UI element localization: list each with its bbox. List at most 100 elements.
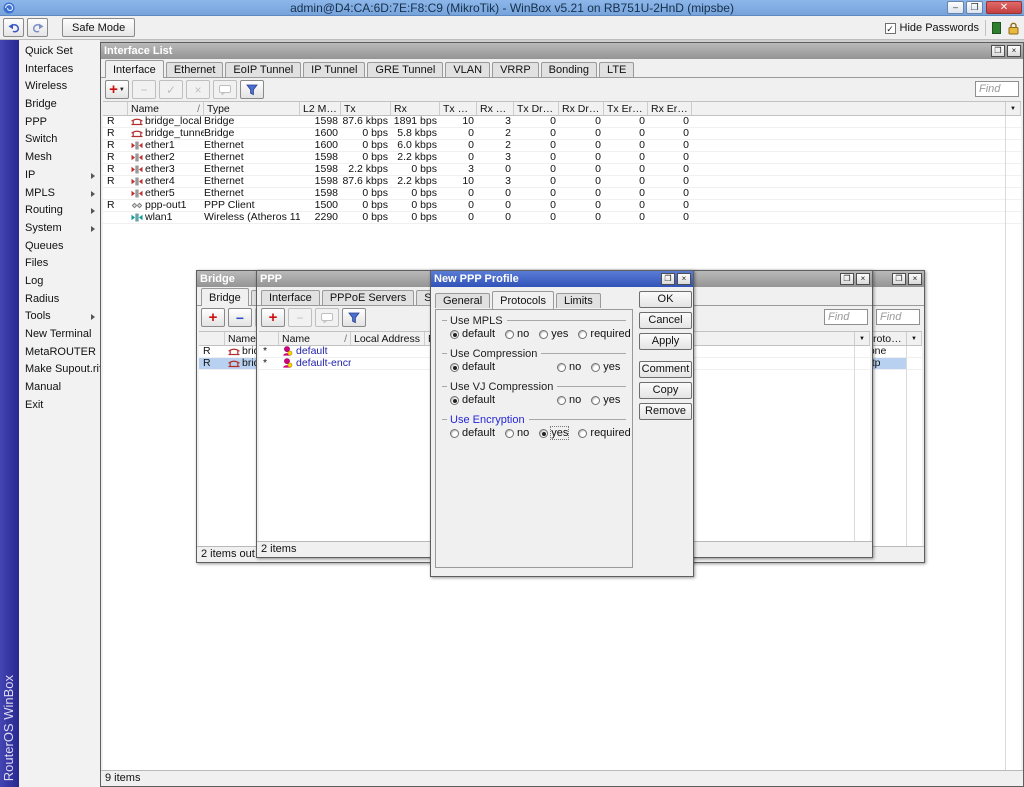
column-picker-button[interactable]: ▼ bbox=[1006, 102, 1021, 115]
find-input[interactable] bbox=[975, 81, 1019, 97]
interface-list-tab-ethernet[interactable]: Ethernet bbox=[166, 62, 224, 77]
table-row[interactable]: Rbridge_tunnelBridge16000 bps5.8 kbps020… bbox=[103, 128, 1021, 140]
interface-list-tab-eoip-tunnel[interactable]: EoIP Tunnel bbox=[225, 62, 301, 77]
sidebar-item-ppp[interactable]: PPP bbox=[19, 114, 100, 132]
interface-list-tab-vlan[interactable]: VLAN bbox=[445, 62, 490, 77]
column-header-rx[interactable]: Rx bbox=[391, 102, 440, 115]
sidebar-item-metarouter[interactable]: MetaROUTER bbox=[19, 344, 100, 362]
radio-use-vj-compression-default[interactable]: default bbox=[450, 394, 495, 406]
hide-passwords-checkbox[interactable]: ✓ Hide Passwords bbox=[885, 22, 979, 34]
dialog-close-button[interactable]: × bbox=[677, 273, 691, 285]
sidebar-item-system[interactable]: System bbox=[19, 220, 100, 238]
sidebar-item-quick-set[interactable]: Quick Set bbox=[19, 43, 100, 61]
table-row[interactable]: wlan1Wireless (Atheros 11N)22900 bps0 bp… bbox=[103, 212, 1021, 224]
interface-list-tab-bonding[interactable]: Bonding bbox=[541, 62, 597, 77]
undo-button[interactable] bbox=[3, 18, 24, 37]
column-header-rx-pac[interactable]: Rx Pac... bbox=[477, 102, 514, 115]
radio-use-mpls-default[interactable]: default bbox=[450, 328, 495, 340]
copy-button[interactable]: Copy bbox=[639, 382, 692, 399]
add-button[interactable]: + bbox=[201, 308, 225, 327]
column-picker-button[interactable]: ▼ bbox=[855, 332, 870, 345]
close-button[interactable]: ✕ bbox=[986, 1, 1022, 14]
radio-use-vj-compression-yes[interactable]: yes bbox=[591, 394, 620, 406]
sidebar-item-make-supout-rif[interactable]: Make Supout.rif bbox=[19, 361, 100, 379]
table-row[interactable]: Rether4Ethernet159887.6 kbps2.2 kbps1030… bbox=[103, 176, 1021, 188]
interface-list-tab-gre-tunnel[interactable]: GRE Tunnel bbox=[367, 62, 443, 77]
sidebar-item-radius[interactable]: Radius bbox=[19, 291, 100, 309]
disable-button[interactable]: × bbox=[186, 80, 210, 99]
window-close-button[interactable]: × bbox=[1007, 45, 1021, 57]
dialog-restore-button[interactable]: ❐ bbox=[661, 273, 675, 285]
interface-list-tab-lte[interactable]: LTE bbox=[599, 62, 634, 77]
table-row[interactable]: Rbridge_localBridge159887.6 kbps1891 bps… bbox=[103, 116, 1021, 128]
remove-button[interactable]: − bbox=[228, 308, 252, 327]
filter-button[interactable] bbox=[342, 308, 366, 327]
radio-use-mpls-no[interactable]: no bbox=[505, 328, 529, 340]
column-picker-button[interactable]: ▼ bbox=[907, 332, 922, 345]
radio-use-encryption-no[interactable]: no bbox=[505, 427, 529, 439]
sidebar-item-ip[interactable]: IP bbox=[19, 167, 100, 185]
window-restore-button[interactable]: ❐ bbox=[892, 273, 906, 285]
column-header-rx-drops[interactable]: Rx Drops bbox=[559, 102, 604, 115]
column-header-name[interactable]: Name/ bbox=[128, 102, 204, 115]
ppp-tab-interface[interactable]: Interface bbox=[261, 290, 320, 305]
radio-use-mpls-required[interactable]: required bbox=[578, 328, 630, 340]
dialog-tab-general[interactable]: General bbox=[435, 293, 490, 308]
sidebar-item-mesh[interactable]: Mesh bbox=[19, 149, 100, 167]
radio-use-encryption-default[interactable]: default bbox=[450, 427, 495, 439]
window-close-button[interactable]: × bbox=[908, 273, 922, 285]
bridge-tab-bridge[interactable]: Bridge bbox=[201, 288, 249, 306]
column-header-tx[interactable]: Tx bbox=[341, 102, 391, 115]
column-header-rx-errors[interactable]: Rx Errors bbox=[648, 102, 692, 115]
radio-use-mpls-yes[interactable]: yes bbox=[539, 328, 568, 340]
sidebar-item-files[interactable]: Files bbox=[19, 255, 100, 273]
ppp-tab-pppoe-servers[interactable]: PPPoE Servers bbox=[322, 290, 414, 305]
radio-use-vj-compression-no[interactable]: no bbox=[557, 394, 581, 406]
sidebar-item-log[interactable]: Log bbox=[19, 273, 100, 291]
interface-list-tab-interface[interactable]: Interface bbox=[105, 60, 164, 78]
redo-button[interactable] bbox=[27, 18, 48, 37]
column-header-tx-errors[interactable]: Tx Errors bbox=[604, 102, 648, 115]
interface-list-tab-vrrp[interactable]: VRRP bbox=[492, 62, 539, 77]
column-header-name[interactable]: Name/ bbox=[279, 332, 351, 345]
safe-mode-button[interactable]: Safe Mode bbox=[62, 18, 135, 37]
radio-use-encryption-yes[interactable]: yes bbox=[539, 427, 568, 439]
dialog-titlebar[interactable]: New PPP Profile ❐ × bbox=[431, 271, 693, 287]
dialog-tab-limits[interactable]: Limits bbox=[556, 293, 601, 308]
sidebar-item-manual[interactable]: Manual bbox=[19, 379, 100, 397]
dialog-tab-protocols[interactable]: Protocols bbox=[492, 291, 554, 309]
column-header-tx-drops[interactable]: Tx Drops bbox=[514, 102, 559, 115]
sidebar-item-new-terminal[interactable]: New Terminal bbox=[19, 326, 100, 344]
table-row[interactable]: Rppp-out1PPP Client15000 bps0 bps000000 bbox=[103, 200, 1021, 212]
sidebar-item-routing[interactable]: Routing bbox=[19, 202, 100, 220]
apply-button[interactable]: Apply bbox=[639, 333, 692, 350]
column-header-tx-pac[interactable]: Tx Pac... bbox=[440, 102, 477, 115]
radio-use-compression-no[interactable]: no bbox=[557, 361, 581, 373]
remove-button[interactable]: − bbox=[288, 308, 312, 327]
radio-use-compression-default[interactable]: default bbox=[450, 361, 495, 373]
window-restore-button[interactable]: ❐ bbox=[991, 45, 1005, 57]
cancel-button[interactable]: Cancel bbox=[639, 312, 692, 329]
sidebar-item-queues[interactable]: Queues bbox=[19, 238, 100, 256]
interface-list-tab-ip-tunnel[interactable]: IP Tunnel bbox=[303, 62, 365, 77]
column-header-local-address[interactable]: Local Address bbox=[351, 332, 425, 345]
table-row[interactable]: ether5Ethernet15980 bps0 bps000000 bbox=[103, 188, 1021, 200]
add-button[interactable]: + bbox=[261, 308, 285, 327]
find-input[interactable] bbox=[876, 309, 920, 325]
sidebar-item-mpls[interactable]: MPLS bbox=[19, 185, 100, 203]
table-row[interactable]: Rether1Ethernet16000 bps6.0 kbps020000 bbox=[103, 140, 1021, 152]
sidebar-item-tools[interactable]: Tools bbox=[19, 308, 100, 326]
table-row[interactable]: Rether3Ethernet15982.2 kbps0 bps300000 bbox=[103, 164, 1021, 176]
sidebar-item-wireless[interactable]: Wireless bbox=[19, 78, 100, 96]
comment-button[interactable]: Comment bbox=[639, 361, 692, 378]
radio-use-encryption-required[interactable]: required bbox=[578, 427, 630, 439]
ok-button[interactable]: OK bbox=[639, 291, 692, 308]
sidebar-item-bridge[interactable]: Bridge bbox=[19, 96, 100, 114]
window-close-button[interactable]: × bbox=[856, 273, 870, 285]
window-restore-button[interactable]: ❐ bbox=[840, 273, 854, 285]
sidebar-item-switch[interactable]: Switch bbox=[19, 131, 100, 149]
column-header-type[interactable]: Type bbox=[204, 102, 300, 115]
sidebar-item-exit[interactable]: Exit bbox=[19, 397, 100, 415]
minimize-button[interactable]: – bbox=[947, 1, 964, 14]
add-button[interactable]: +▼ bbox=[105, 80, 129, 99]
